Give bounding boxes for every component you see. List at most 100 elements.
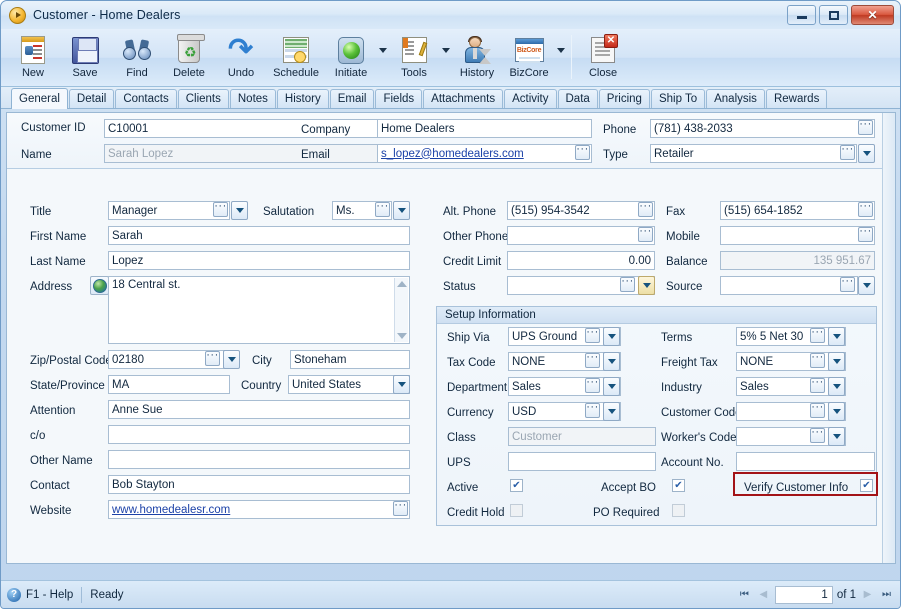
account-no-input[interactable] [736, 452, 875, 471]
other-name-input[interactable] [108, 450, 410, 469]
source-dropdown-button[interactable] [858, 276, 875, 295]
title-dropdown-button[interactable] [231, 201, 248, 220]
tab-analysis[interactable]: Analysis [706, 89, 765, 108]
industry-dropdown-button[interactable] [828, 377, 845, 396]
company-input[interactable]: Home Dealers [377, 119, 592, 138]
toolbar-new-button[interactable]: New [7, 32, 59, 79]
close-button[interactable]: ✕ [851, 5, 894, 25]
help-icon[interactable]: ? [7, 587, 21, 602]
toolbar-history-button[interactable]: History [451, 32, 503, 79]
zip-dropdown-button[interactable] [223, 350, 240, 369]
last-name-input[interactable]: Lopez [108, 251, 410, 270]
address-map-globe-icon[interactable] [90, 276, 109, 295]
minimize-button[interactable] [787, 5, 816, 25]
po-required-checkbox[interactable] [672, 504, 685, 517]
country-dropdown-button[interactable] [393, 375, 410, 394]
state-input[interactable]: MA [108, 375, 230, 394]
salutation-dropdown-button[interactable] [393, 201, 410, 220]
verify-customer-info-checkbox[interactable] [860, 479, 873, 492]
previous-record-icon[interactable]: ◀ [756, 587, 771, 603]
source-input[interactable] [720, 276, 858, 295]
toolbar-delete-button[interactable]: ♻ Delete [163, 32, 215, 79]
status-browse-button[interactable] [620, 277, 635, 292]
page-number-input[interactable]: 1 [774, 585, 833, 604]
currency-dropdown-button[interactable] [603, 402, 620, 421]
email-browse-button[interactable] [575, 145, 590, 160]
source-browse-button[interactable] [840, 277, 855, 292]
email-input-link[interactable]: s_lopez@homedealers.com [381, 148, 524, 160]
credit-hold-checkbox[interactable] [510, 504, 523, 517]
active-checkbox[interactable] [510, 479, 523, 492]
tab-contacts[interactable]: Contacts [115, 89, 177, 108]
other-phone-input[interactable] [507, 226, 655, 245]
fax-browse-button[interactable] [858, 202, 873, 217]
first-record-icon[interactable]: ⏮ [737, 587, 752, 603]
tax-code-dropdown-button[interactable] [603, 352, 620, 371]
customer-code-dropdown-button[interactable] [828, 402, 845, 421]
terms-browse-button[interactable] [810, 328, 825, 343]
department-dropdown-button[interactable] [603, 377, 620, 396]
tab-notes[interactable]: Notes [229, 89, 276, 108]
accept-bo-checkbox[interactable] [672, 479, 685, 492]
phone-browse-button[interactable] [858, 120, 873, 135]
toolbar-save-button[interactable]: Save [59, 32, 111, 79]
next-record-icon[interactable]: ▶ [860, 587, 875, 603]
tab-email[interactable]: Email [329, 89, 375, 108]
tab-activity[interactable]: Activity [504, 89, 557, 108]
toolbar-bizcore-button[interactable]: BizCore BizCore [503, 32, 555, 79]
alt-phone-input[interactable]: (515) 954-3542 [507, 201, 655, 220]
tab-pricing[interactable]: Pricing [598, 89, 650, 108]
tab-rewards[interactable]: Rewards [765, 89, 828, 108]
salutation-browse-button[interactable] [375, 202, 390, 217]
website-browse-button[interactable] [393, 501, 408, 516]
toolbar-undo-button[interactable]: ↶ Undo [215, 32, 267, 79]
fax-input[interactable]: (515) 654-1852 [720, 201, 875, 220]
tab-detail[interactable]: Detail [68, 89, 115, 108]
workers-code-browse-button[interactable] [810, 428, 825, 443]
ship-via-browse-button[interactable] [585, 328, 600, 343]
website-input-link[interactable]: www.homedealesr.com [112, 504, 230, 516]
toolbar-tools-button[interactable]: Tools [388, 32, 440, 79]
tab-fields[interactable]: Fields [375, 89, 423, 108]
address-scroll-down-icon[interactable] [397, 333, 407, 339]
alt-phone-browse-button[interactable] [638, 202, 653, 217]
status-dropdown-button[interactable] [638, 276, 655, 295]
first-name-input[interactable]: Sarah [108, 226, 410, 245]
mobile-browse-button[interactable] [858, 227, 873, 242]
terms-dropdown-button[interactable] [828, 327, 845, 346]
customer-code-browse-button[interactable] [810, 403, 825, 418]
type-dropdown-button[interactable] [858, 144, 875, 163]
address-scroll-up-icon[interactable] [397, 281, 407, 287]
zip-browse-button[interactable] [205, 351, 220, 366]
contact-input[interactable]: Bob Stayton [108, 475, 410, 494]
tab-history[interactable]: History [276, 89, 329, 108]
toolbar-tools-dropdown-arrow[interactable] [440, 34, 451, 66]
credit-limit-input[interactable]: 0.00 [507, 251, 655, 270]
phone-input[interactable]: (781) 438-2033 [650, 119, 875, 138]
country-input[interactable]: United States [288, 375, 410, 394]
last-record-icon[interactable]: ⏭ [879, 587, 894, 603]
ups-input[interactable] [508, 452, 656, 471]
type-browse-button[interactable] [840, 145, 855, 160]
toolbar-initiate-dropdown-arrow[interactable] [377, 34, 388, 66]
tab-ship-to[interactable]: Ship To [650, 89, 706, 108]
ship-via-dropdown-button[interactable] [603, 327, 620, 346]
attention-input[interactable]: Anne Sue [108, 400, 410, 419]
freight-tax-browse-button[interactable] [810, 353, 825, 368]
industry-browse-button[interactable] [810, 378, 825, 393]
title-input[interactable]: Manager [108, 201, 230, 220]
tab-data[interactable]: Data [557, 89, 598, 108]
name-input[interactable]: Sarah Lopez [104, 144, 387, 163]
type-input[interactable]: Retailer [650, 144, 857, 163]
toolbar-close-button[interactable]: ✕ Close [577, 32, 629, 79]
workers-code-dropdown-button[interactable] [828, 427, 845, 446]
currency-browse-button[interactable] [585, 403, 600, 418]
mobile-input[interactable] [720, 226, 875, 245]
title-browse-button[interactable] [213, 202, 228, 217]
address-textarea[interactable]: 18 Central st. [108, 276, 410, 344]
toolbar-initiate-button[interactable]: Initiate [325, 32, 377, 79]
toolbar-bizcore-dropdown-arrow[interactable] [555, 34, 566, 66]
co-input[interactable] [108, 425, 410, 444]
form-vertical-scrollbar[interactable] [882, 113, 895, 563]
maximize-button[interactable] [819, 5, 848, 25]
